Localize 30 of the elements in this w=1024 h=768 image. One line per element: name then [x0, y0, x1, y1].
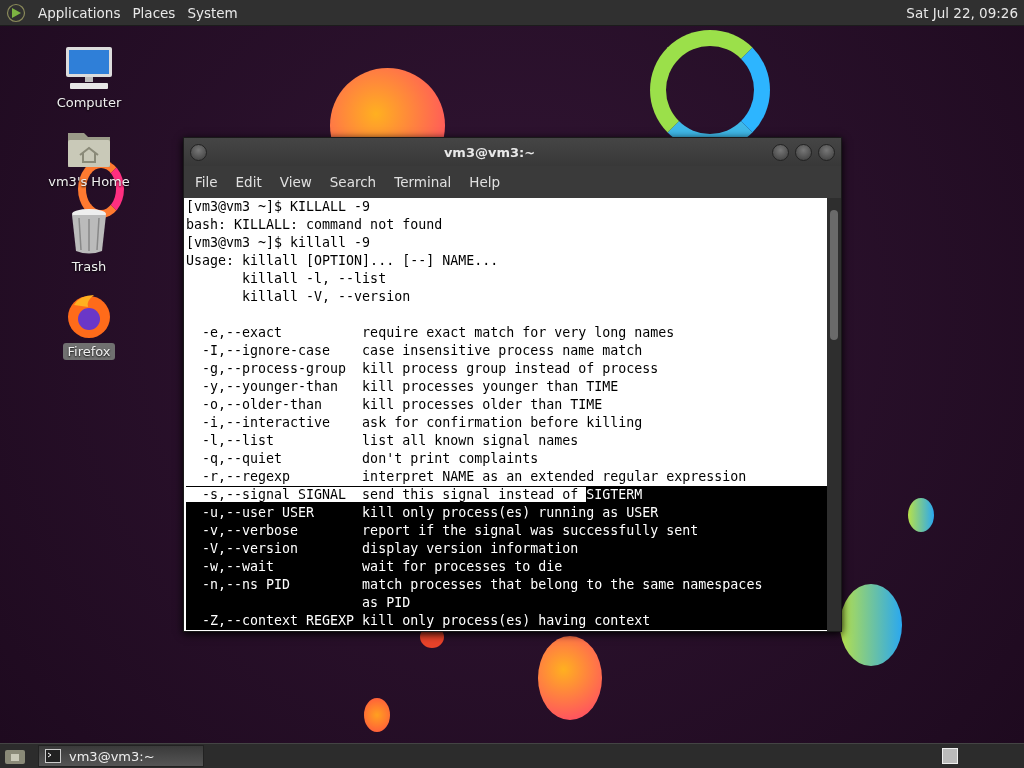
taskbar-button[interactable]: vm3@vm3:~: [38, 745, 204, 767]
clock[interactable]: Sat Jul 22, 09:26: [906, 4, 1018, 21]
browser-icon[interactable]: [66, 293, 112, 339]
menu-item[interactable]: Edit: [226, 174, 271, 190]
terminal-icon: [45, 749, 61, 763]
menu-item[interactable]: File: [186, 174, 227, 190]
scrollbar-thumb[interactable]: [830, 210, 838, 340]
window-menu-button[interactable]: [190, 143, 207, 161]
ball-drawing: [364, 698, 390, 732]
ball-drawing: [908, 498, 934, 532]
menu-item[interactable]: View: [270, 174, 321, 190]
computer-icon[interactable]: [64, 46, 114, 90]
maximize-button[interactable]: [795, 143, 812, 161]
desktop-icon-label[interactable]: Computer: [52, 94, 126, 111]
show-desktop-icon[interactable]: [4, 747, 26, 765]
desktop-icon-label[interactable]: Firefox: [63, 343, 115, 360]
panel-menu[interactable]: Applications: [38, 4, 121, 21]
workspace-switcher[interactable]: [942, 748, 958, 764]
panel-menu[interactable]: System: [187, 4, 238, 21]
menu-item[interactable]: Help: [460, 174, 510, 190]
minimize-button[interactable]: [772, 143, 789, 161]
scrollbar[interactable]: [827, 198, 841, 631]
close-button[interactable]: [818, 143, 835, 161]
menu-item[interactable]: Terminal: [385, 174, 461, 190]
menu-item[interactable]: Search: [320, 174, 386, 190]
desktop-icon-label[interactable]: Trash: [67, 258, 111, 275]
start-logo-icon[interactable]: [6, 2, 26, 23]
panel-menu[interactable]: Places: [132, 4, 176, 21]
window-title: vm3@vm3:~: [442, 144, 537, 160]
trash-icon[interactable]: [69, 208, 109, 254]
